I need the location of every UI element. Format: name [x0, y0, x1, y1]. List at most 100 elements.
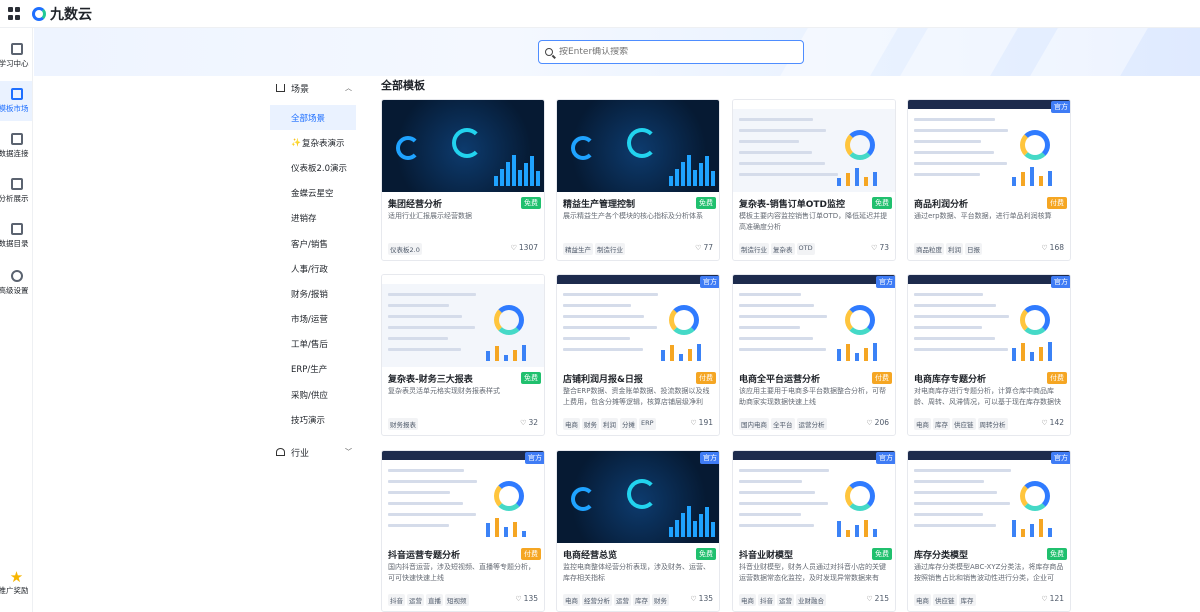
settings-icon: [10, 270, 23, 282]
template-card[interactable]: 精益生产管理控制 免费 展示精益生产各个模块的核心指标及分析体系 精益生产 制造行业 ♡ 7…: [556, 99, 720, 261]
thumb-row: [388, 502, 463, 505]
template-description: 该应用主要用于电商多平台数据整合分析，可帮助商家实现数据快速上线: [739, 387, 886, 406]
page-title: 全部模板: [381, 79, 425, 92]
like-count[interactable]: ♡ 135: [690, 594, 713, 603]
template-card[interactable]: 官方 电商全平台运营分析 付费 该应用主要用于电商多平台数据整合分析，可帮助商家实现数…: [732, 274, 896, 436]
sidebar-item-settings[interactable]: 高级设置: [0, 263, 32, 303]
thumb-row: [914, 162, 1007, 165]
template-thumbnail[interactable]: 官方: [733, 275, 895, 367]
thumb-gauge: [627, 128, 657, 158]
sidebar-item-label: 数据目录: [0, 239, 29, 248]
like-count[interactable]: ♡ 1307: [511, 243, 538, 252]
category-marketing[interactable]: 市场/运营: [270, 307, 356, 332]
industry-header[interactable]: 行业 ﹀: [276, 444, 356, 460]
brand-logo[interactable]: 九数云: [32, 4, 92, 24]
like-count[interactable]: ♡ 191: [690, 418, 713, 427]
template-tag: 库存: [933, 418, 950, 430]
category-procurement[interactable]: 采购/供应: [270, 382, 356, 407]
like-count[interactable]: ♡ 32: [520, 418, 538, 427]
thumb-bar: [1039, 347, 1043, 361]
category-all-scenes[interactable]: 全部场景: [270, 105, 356, 131]
thumb-row: [914, 337, 995, 340]
star-icon: ★: [9, 568, 24, 586]
template-card[interactable]: 官方 抖音运营专题分析 付费 国内抖音运营，涉及短视频、直播等专题分析，可可快速快速上…: [381, 450, 545, 612]
like-count[interactable]: ♡ 168: [1041, 243, 1064, 252]
sidebar-item-catalog[interactable]: 数据目录: [0, 216, 32, 256]
template-description: 复杂表灵活单元格实现财务报表样式: [388, 387, 500, 395]
template-card[interactable]: 官方 库存分类模型 免费 通过库存分类模型ABC-XYZ分类法，将库存商品按照销售占比…: [907, 450, 1071, 612]
category-customer-sales[interactable]: 客户/销售: [270, 231, 356, 256]
thumb-bar: [693, 170, 697, 186]
template-card[interactable]: 集团经营分析 免费 适用行业汇报展示经营数据 仪表板2.0 ♡ 1307: [381, 99, 545, 261]
template-card[interactable]: 复杂表-销售订单OTD监控 免费 模板主要内容监控销售订单OTD，降低延迟并提高准确…: [732, 99, 896, 261]
thumb-bar: [494, 176, 498, 186]
like-number: 73: [879, 243, 889, 252]
like-count[interactable]: ♡ 73: [871, 243, 889, 252]
template-thumbnail[interactable]: 官方: [382, 451, 544, 543]
template-title: 精益生产管理控制: [563, 200, 636, 210]
thumb-gauge: [571, 136, 595, 160]
thumb-bar: [669, 527, 673, 537]
template-thumbnail[interactable]: 官方: [908, 275, 1070, 367]
category-label: 金蝶云星空: [291, 189, 334, 200]
template-description: 抖音业财模型，财务人员通过对抖音小店的关键运营数据常态化监控，及时发现异常数据来…: [739, 563, 886, 582]
thumb-row: [739, 469, 829, 472]
official-badge: 官方: [700, 276, 719, 288]
category-workorder[interactable]: 工单/售后: [270, 332, 356, 357]
template-card[interactable]: 官方 商品利润分析 付费 通过erp数据、平台数据，进行单品利润核算 商品粒度 利润 日报 ♡…: [907, 99, 1071, 261]
official-badge: 官方: [1051, 276, 1070, 288]
like-count[interactable]: ♡ 77: [695, 243, 713, 252]
template-thumbnail[interactable]: [733, 100, 895, 192]
paid-badge: 付费: [521, 548, 541, 560]
industry-icon: [276, 448, 285, 457]
category-hr-admin[interactable]: 人事/行政: [270, 256, 356, 281]
thumb-row: [739, 162, 825, 165]
template-card[interactable]: 官方 店铺利润月报&日报 付费 整合ERP数据、资金账单数据、投流数据以及线上费用，包…: [556, 274, 720, 436]
template-thumbnail[interactable]: 官方: [557, 275, 719, 367]
category-erp[interactable]: ERP/生产: [270, 357, 356, 382]
thumb-bar: [873, 529, 877, 537]
template-tag: 供应链: [952, 418, 976, 430]
template-card[interactable]: 官方 电商经营总览 免费 监控电商整体经营分析表现，涉及财务、运营、库存相关指标 电商经…: [556, 450, 720, 612]
sidebar-item-template-market[interactable]: 模板市场: [0, 81, 32, 121]
category-inventory[interactable]: 进销存: [270, 206, 356, 231]
search-input[interactable]: [559, 47, 789, 57]
category-complex-table-demo[interactable]: ✨ 复杂表演示: [270, 130, 356, 155]
search-box[interactable]: [538, 40, 804, 64]
thumb-bar: [1039, 176, 1043, 186]
template-thumbnail[interactable]: 官方: [557, 451, 719, 543]
template-thumbnail[interactable]: 官方: [908, 100, 1070, 192]
template-thumbnail[interactable]: 官方: [908, 451, 1070, 543]
sidebar-item-analysis[interactable]: 分析展示: [0, 171, 32, 211]
category-kingdee[interactable]: 金蝶云星空: [270, 181, 356, 206]
template-title: 库存分类模型: [914, 551, 969, 561]
thumb-header: [733, 100, 895, 109]
thumb-donut: [669, 305, 699, 335]
category-finance[interactable]: 财务/报销: [270, 281, 356, 306]
template-tag: 电商: [914, 418, 931, 430]
scene-header[interactable]: 场景 ︿: [276, 80, 356, 96]
like-number: 135: [698, 594, 713, 603]
apps-grid-icon[interactable]: [8, 6, 22, 21]
template-card[interactable]: 官方 抖音业财模型 免费 抖音业财模型，财务人员通过对抖音小店的关键运营数据常态化监控…: [732, 450, 896, 612]
template-thumbnail[interactable]: [557, 100, 719, 192]
thumb-bar: [512, 155, 516, 186]
category-dashboard-demo[interactable]: 仪表板2.0演示: [270, 155, 356, 180]
thumb-donut: [494, 305, 524, 335]
template-thumbnail[interactable]: 官方: [733, 451, 895, 543]
like-count[interactable]: ♡ 121: [1041, 594, 1064, 603]
template-card[interactable]: 官方 电商库存专题分析 付费 对电商库存进行专题分析，计算仓库中商品库龄、周转、风滞情…: [907, 274, 1071, 436]
sidebar-item-learning[interactable]: 学习中心: [0, 36, 32, 76]
sidebar-item-referral[interactable]: ★ 推广奖励: [0, 568, 32, 596]
category-tips[interactable]: 技巧演示: [270, 407, 356, 432]
like-count[interactable]: ♡ 215: [866, 594, 889, 603]
template-thumbnail[interactable]: [382, 275, 544, 367]
like-icon: ♡: [866, 418, 873, 427]
like-count[interactable]: ♡ 206: [866, 418, 889, 427]
scene-title: 场景: [291, 84, 310, 95]
sidebar-item-data-connection[interactable]: 数据连接: [0, 126, 32, 166]
like-count[interactable]: ♡ 142: [1041, 418, 1064, 427]
template-thumbnail[interactable]: [382, 100, 544, 192]
template-card[interactable]: 复杂表-财务三大报表 免费 复杂表灵活单元格实现财务报表样式 财务报表 ♡ 32: [381, 274, 545, 436]
like-count[interactable]: ♡ 135: [515, 594, 538, 603]
